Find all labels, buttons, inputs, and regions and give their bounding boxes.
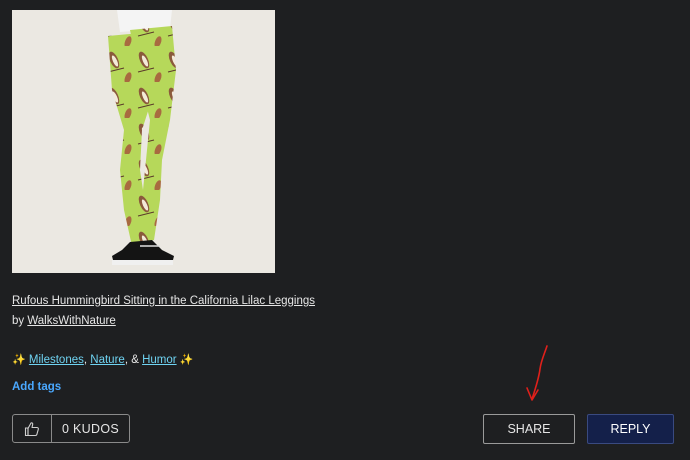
author-link[interactable]: WalksWithNature [27, 315, 115, 327]
tag-separator: , & [124, 354, 139, 366]
kudos-count: 0 KUDOS [62, 421, 119, 436]
share-button[interactable]: SHARE [483, 414, 575, 444]
product-title-link[interactable]: Rufous Hummingbird Sitting in the Califo… [12, 295, 315, 307]
leggings-photo [12, 10, 275, 273]
thumbs-up-icon [24, 421, 39, 436]
tags-line: ✨ Milestones, Nature, & Humor ✨ [12, 353, 194, 366]
kudos-widget: 0 KUDOS [12, 414, 130, 443]
add-tags-link[interactable]: Add tags [12, 381, 61, 393]
byline-prefix: by [12, 315, 25, 327]
tag-nature[interactable]: Nature [90, 354, 125, 366]
reply-button[interactable]: REPLY [587, 414, 674, 444]
byline: by WalksWithNature [12, 315, 116, 327]
tag-separator: , [83, 354, 88, 366]
sparkles-icon: ✨ [179, 354, 194, 366]
sparkles-icon: ✨ [12, 354, 26, 366]
product-image[interactable] [12, 10, 275, 273]
kudos-button[interactable] [13, 415, 52, 442]
tag-milestones[interactable]: Milestones [29, 354, 84, 366]
tag-humor[interactable]: Humor [142, 354, 177, 366]
red-arrow-annotation [526, 345, 548, 401]
